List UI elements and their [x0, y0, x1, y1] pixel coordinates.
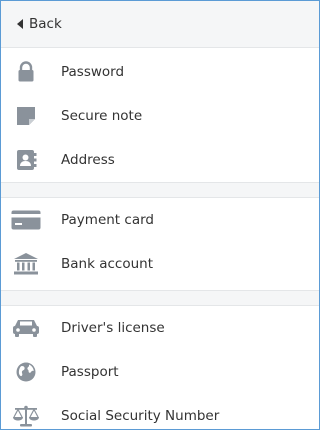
globe-icon	[11, 359, 41, 385]
item-label: Social Security Number	[61, 408, 220, 424]
back-button[interactable]: Back	[1, 16, 62, 32]
item-label: Password	[61, 64, 125, 80]
credit-card-icon	[11, 207, 41, 233]
item-password[interactable]: Password	[1, 50, 319, 94]
caret-left-icon	[17, 19, 23, 29]
item-secure-note[interactable]: Secure note	[1, 94, 319, 138]
item-label: Secure note	[61, 108, 143, 124]
item-label: Address	[61, 152, 115, 168]
lock-icon	[11, 59, 41, 85]
item-drivers-license[interactable]: Driver's license	[1, 306, 319, 350]
item-label: Driver's license	[61, 320, 165, 336]
item-bank-account[interactable]: Bank account	[1, 242, 319, 286]
note-icon	[11, 103, 41, 129]
back-label: Back	[29, 16, 62, 32]
scales-icon	[11, 403, 41, 429]
panel-header: Back	[1, 1, 319, 48]
item-group-financial: Payment card Bank account	[1, 198, 319, 286]
item-group-identity: Driver's license Passport Social Securit…	[1, 306, 319, 438]
item-label: Bank account	[61, 256, 153, 272]
bank-icon	[11, 251, 41, 277]
item-payment-card[interactable]: Payment card	[1, 198, 319, 242]
item-passport[interactable]: Passport	[1, 350, 319, 394]
group-divider	[1, 290, 319, 306]
address-book-icon	[11, 147, 41, 173]
item-social-security-number[interactable]: Social Security Number	[1, 394, 319, 438]
item-label: Payment card	[61, 212, 154, 228]
item-label: Passport	[61, 364, 119, 380]
item-group-personal: Password Secure note Address	[1, 48, 319, 182]
car-icon	[11, 315, 41, 341]
item-address[interactable]: Address	[1, 138, 319, 182]
group-divider	[1, 182, 319, 198]
add-item-panel: Back Password Secure note Address Paymen…	[0, 0, 320, 430]
